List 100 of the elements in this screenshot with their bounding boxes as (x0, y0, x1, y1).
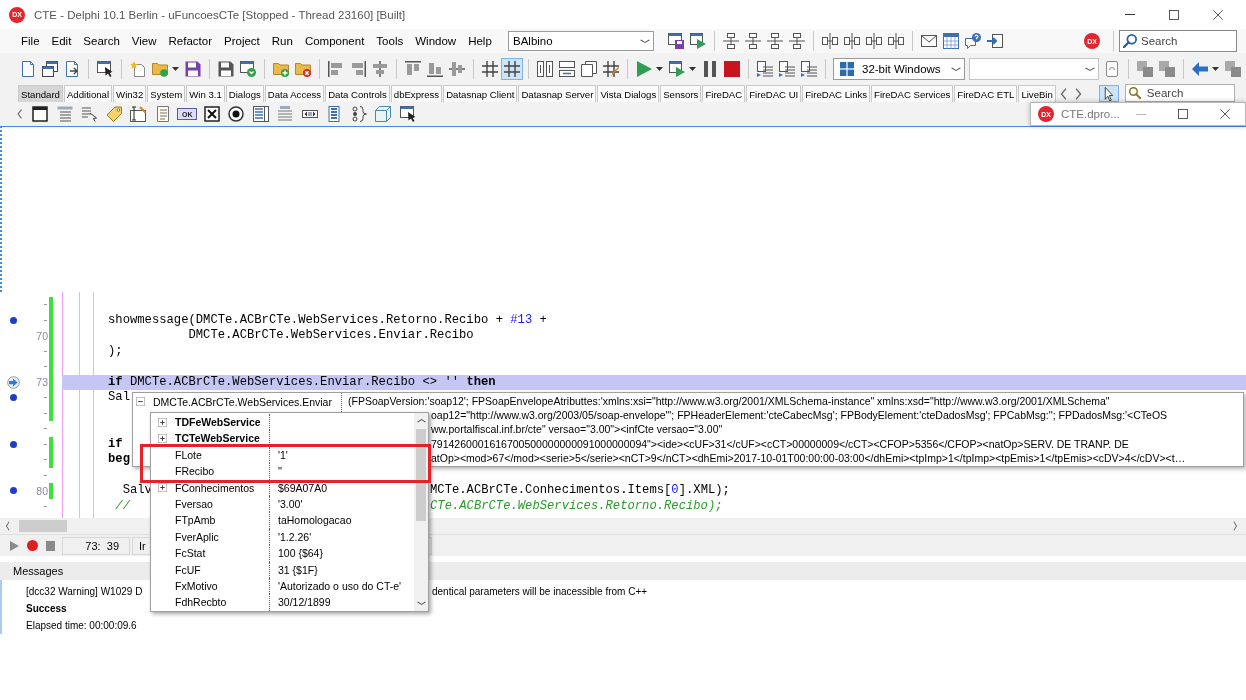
caret-icon[interactable] (172, 66, 179, 71)
connected-boxes-icon[interactable] (844, 33, 860, 49)
connected-boxes-icon[interactable] (723, 33, 739, 49)
scrollbar-thumb[interactable] (19, 520, 67, 532)
window-cursor-icon[interactable] (399, 106, 416, 122)
expand-icon[interactable] (158, 434, 167, 444)
window-play-icon[interactable] (690, 33, 706, 49)
list-pointer-icon[interactable] (81, 106, 98, 122)
pages-icon[interactable] (581, 60, 597, 77)
palette-tab[interactable]: FireDAC UI (746, 85, 802, 102)
squares-icon[interactable] (1137, 60, 1153, 77)
expand-icon[interactable] (158, 417, 167, 427)
menu-item[interactable]: Tools (370, 33, 410, 49)
window-arrow-icon[interactable] (240, 60, 256, 77)
scrollbar-thumb[interactable] (416, 429, 426, 521)
align-middle-icon[interactable] (449, 60, 465, 77)
edit-field-icon[interactable] (130, 106, 147, 122)
palette-tab[interactable]: Sensors (660, 85, 702, 102)
menu-item[interactable]: Search (77, 33, 126, 49)
listbox-icon[interactable] (252, 106, 269, 122)
envelope-icon[interactable] (921, 33, 937, 49)
grid-icon[interactable] (482, 60, 498, 77)
document-lines-icon[interactable] (801, 60, 817, 77)
palette-tab[interactable]: FireDAC ETL (954, 85, 1018, 102)
connected-boxes-icon[interactable] (822, 33, 838, 49)
window-icon[interactable] (32, 106, 49, 122)
chevron-right-icon[interactable] (1232, 521, 1238, 531)
connected-boxes-icon[interactable] (789, 33, 805, 49)
tag-icon[interactable] (105, 106, 122, 122)
tiles-icon[interactable] (840, 61, 854, 76)
device-icon[interactable] (1104, 60, 1120, 77)
columns-icon[interactable] (537, 60, 553, 77)
palette-tab[interactable]: Win 3.1 (186, 85, 225, 102)
palette-tab[interactable]: Datasnap Client (443, 85, 518, 102)
menu-item[interactable]: Window (409, 33, 463, 49)
radio-group-icon[interactable] (350, 106, 367, 122)
vertical-scrollbar[interactable] (414, 413, 428, 611)
align-bottom-icon[interactable] (427, 60, 443, 77)
floppy-icon[interactable] (218, 60, 234, 77)
palette-tab[interactable]: FireDAC Links (802, 85, 871, 102)
chevron-down-icon[interactable] (640, 38, 650, 44)
stop-icon[interactable] (724, 60, 740, 77)
palette-tab[interactable]: FireDAC (702, 85, 746, 102)
squares-icon[interactable] (1159, 60, 1175, 77)
palette-tab[interactable]: LiveBin (1018, 85, 1056, 102)
connected-boxes-icon[interactable] (888, 33, 904, 49)
squares-icon[interactable] (1225, 60, 1241, 77)
expand-icon[interactable] (158, 483, 167, 493)
windows-icon[interactable] (42, 60, 58, 77)
menu-item[interactable]: Component (298, 33, 371, 49)
menu-item[interactable]: Run (265, 33, 299, 49)
arrow-box-icon[interactable] (987, 33, 1003, 49)
menu-item[interactable]: Refactor (162, 33, 218, 49)
document-arrow-icon[interactable] (64, 60, 80, 77)
palette-tab[interactable]: Data Controls (325, 85, 390, 102)
menu-item[interactable]: Help (462, 33, 498, 49)
palette-tab[interactable]: Data Access (264, 85, 325, 102)
align-left-icon[interactable] (328, 60, 344, 77)
palette-tab[interactable]: Datasnap Server (518, 85, 597, 102)
document-star-icon[interactable] (130, 60, 146, 77)
list-icon[interactable] (326, 106, 343, 122)
rows-icon[interactable] (559, 60, 575, 77)
menu-item[interactable]: Project (218, 33, 266, 49)
palette-tab[interactable]: Win32 (113, 85, 147, 102)
document-lines-icon[interactable] (779, 60, 795, 77)
chevron-left-icon[interactable] (1058, 88, 1069, 100)
checkbox-icon[interactable] (203, 106, 220, 122)
pointer-tool-button[interactable] (1098, 85, 1119, 102)
radio-icon[interactable] (228, 106, 245, 122)
palette-tab[interactable]: Standard (18, 85, 63, 102)
help-icon[interactable] (965, 33, 981, 49)
palette-tab[interactable]: Vista Dialogs (597, 85, 660, 102)
palette-tab[interactable]: Dialogs (225, 85, 264, 102)
window-cursor-icon[interactable] (97, 60, 113, 77)
chevron-left-icon[interactable] (16, 109, 24, 119)
chevron-down-icon[interactable] (416, 600, 426, 606)
document-icon[interactable] (20, 60, 36, 77)
layout-combo[interactable]: BAlbino (508, 31, 654, 51)
palette-search-field[interactable]: Search (1124, 84, 1235, 102)
connected-boxes-icon[interactable] (745, 33, 761, 49)
connected-boxes-icon[interactable] (767, 33, 783, 49)
align-right-icon[interactable] (350, 60, 366, 77)
caret-icon[interactable] (656, 66, 663, 71)
chevron-down-icon[interactable] (951, 65, 961, 72)
cube-icon[interactable] (375, 106, 392, 122)
window-save-icon[interactable] (668, 33, 684, 49)
chevron-down-icon[interactable] (1085, 65, 1095, 72)
circle-icon[interactable] (27, 540, 38, 551)
folder-remove-icon[interactable] (295, 60, 311, 77)
collapse-icon[interactable] (136, 397, 145, 406)
back-arrow-icon[interactable] (1192, 60, 1208, 77)
palette-tab[interactable]: System (147, 85, 186, 102)
caret-icon[interactable] (1212, 66, 1219, 71)
caret-icon[interactable] (689, 66, 696, 71)
menu-item[interactable]: View (125, 33, 163, 49)
align-top-icon[interactable] (405, 60, 421, 77)
menu-item[interactable]: Edit (45, 33, 78, 49)
document-lines-icon[interactable] (757, 60, 773, 77)
palette-tab[interactable]: FireDAC Services (871, 85, 954, 102)
chevron-up-icon[interactable] (416, 418, 426, 424)
